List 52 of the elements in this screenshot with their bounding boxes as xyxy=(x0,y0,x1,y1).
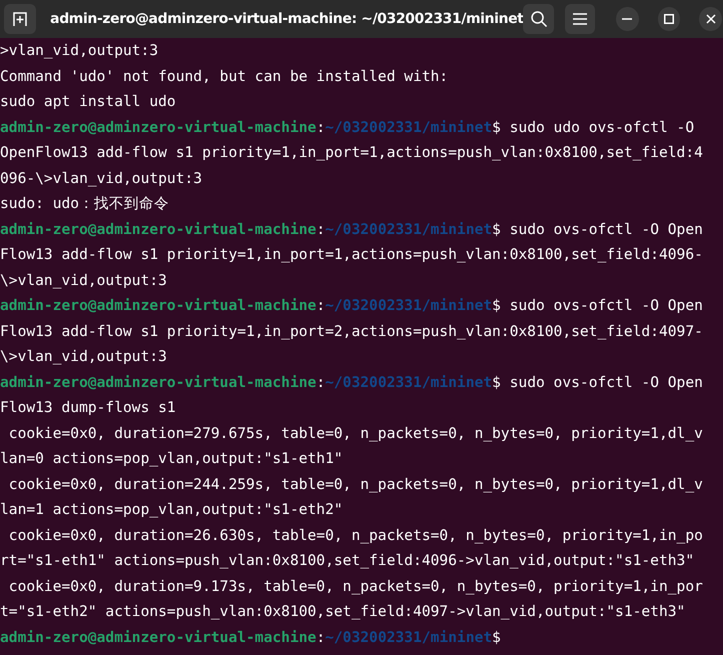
menu-icon xyxy=(572,13,587,25)
prompt-path: ~/032002331/mininet xyxy=(325,118,492,136)
command-text: $ sudo ovs-ofctl -O Open xyxy=(492,220,703,238)
output-line: Flow13 add-flow s1 priority=1,in_port=1,actions=push_vlan:0x8100,set_field:4096- xyxy=(0,246,703,263)
minimize-button[interactable] xyxy=(616,7,639,31)
output-line: \>vlan_vid,output:3 xyxy=(0,348,167,365)
minimize-icon xyxy=(622,18,632,20)
output-line: \>vlan_vid,output:3 xyxy=(0,272,167,288)
command-text: $ sudo ovs-ofctl -O Open xyxy=(492,297,703,314)
close-button[interactable] xyxy=(699,7,722,31)
prompt-user: admin-zero@adminzero-virtual-machine xyxy=(0,374,316,390)
output-line: lan=1 actions=pop_vlan,output:"s1-eth2" xyxy=(0,501,343,518)
output-line: rt="s1-eth1" actions=push_vlan:0x8100,set_field:4096->vlan_vid,output:"s1-eth3" xyxy=(0,552,694,569)
maximize-icon xyxy=(664,14,674,24)
prompt-separator: : xyxy=(316,297,326,314)
command-text: $ sudo ovs-ofctl -O Open xyxy=(492,374,703,390)
output-line: cookie=0x0, duration=279.675s, table=0, n_packets=0, n_bytes=0, priority=1,dl_v xyxy=(8,424,703,442)
menu-button[interactable] xyxy=(564,4,595,34)
command-text: $ xyxy=(492,628,501,646)
output-line: cookie=0x0, duration=244.259s, table=0, n_packets=0, n_bytes=0, priority=1,dl_v xyxy=(8,476,703,492)
output-line: >vlan_vid,output:3 xyxy=(0,42,158,59)
prompt-separator: : xyxy=(316,374,326,390)
prompt-separator: : xyxy=(316,220,326,238)
output-line: cookie=0x0, duration=9.173s, table=0, n_packets=0, n_bytes=0, priority=1,in_por xyxy=(8,578,703,594)
prompt-separator: : xyxy=(316,628,326,646)
output-line: OpenFlow13 add-flow s1 priority=1,in_port=1,actions=push_vlan:0x8100,set_field:4 xyxy=(0,144,703,161)
output-line: Command 'udo' not found, but can be installed with: xyxy=(0,68,448,84)
maximize-button[interactable] xyxy=(658,7,680,31)
output-line: sudo: udo：找不到命令 xyxy=(0,195,170,212)
output-line: Flow13 dump-flows s1 xyxy=(0,399,176,416)
prompt-path: ~/032002331/mininet xyxy=(325,628,492,646)
output-line: cookie=0x0, duration=26.630s, table=0, n_packets=0, n_bytes=0, priority=1,in_po xyxy=(8,526,703,544)
output-line: 096-\>vlan_vid,output:3 xyxy=(0,170,202,186)
output-line: lan=0 actions=pop_vlan,output:"s1-eth1" xyxy=(0,450,343,467)
prompt-user: admin-zero@adminzero-virtual-machine xyxy=(0,297,316,314)
prompt-path: ~/032002331/mininet xyxy=(325,374,492,390)
new-tab-button[interactable] xyxy=(4,4,36,34)
output-line: sudo apt install udo xyxy=(0,93,176,110)
new-tab-icon xyxy=(11,10,30,28)
output-line: Flow13 add-flow s1 priority=1,in_port=2,actions=push_vlan:0x8100,set_field:4097- xyxy=(0,322,703,340)
window-title: admin-zero@adminzero-virtual-machine: ~/032002331/mininet xyxy=(49,11,524,27)
prompt-path: ~/032002331/mininet xyxy=(325,297,492,314)
prompt-user: admin-zero@adminzero-virtual-machine xyxy=(0,628,316,646)
close-icon xyxy=(706,14,716,24)
prompt-user: admin-zero@adminzero-virtual-machine xyxy=(0,220,316,238)
search-button[interactable] xyxy=(523,4,554,34)
prompt-path: ~/032002331/mininet xyxy=(325,220,492,238)
search-icon xyxy=(530,10,548,28)
command-text: $ sudo udo ovs-ofctl -O xyxy=(492,118,694,136)
prompt-separator: : xyxy=(316,118,326,136)
output-line: t="s1-eth2" actions=push_vlan:0x8100,set_field:4097->vlan_vid,output:"s1-eth3" xyxy=(0,603,686,620)
prompt-user: admin-zero@adminzero-virtual-machine xyxy=(0,118,316,136)
